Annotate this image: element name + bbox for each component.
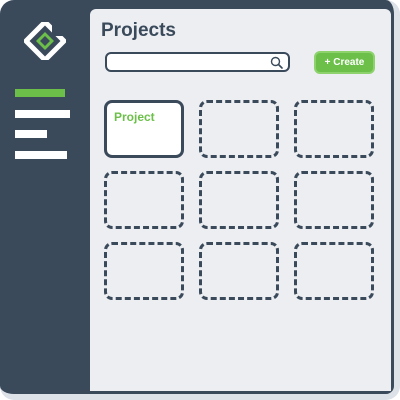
empty-project-slot[interactable]	[104, 242, 184, 300]
create-button[interactable]: + Create	[314, 51, 375, 74]
page-title: Projects	[101, 20, 176, 41]
project-grid: Project	[104, 100, 374, 300]
sidebar-item-1[interactable]	[15, 89, 65, 97]
empty-project-slot[interactable]	[199, 242, 279, 300]
sidebar-item-2[interactable]	[15, 110, 70, 118]
sidebar-item-4[interactable]	[15, 151, 67, 159]
app-logo-icon[interactable]	[24, 22, 66, 60]
main-content: Projects + Create Project	[90, 9, 391, 391]
empty-project-slot[interactable]	[294, 242, 374, 300]
search-icon[interactable]	[270, 56, 283, 69]
empty-project-slot[interactable]	[294, 171, 374, 229]
empty-project-slot[interactable]	[104, 171, 184, 229]
app-window: Projects + Create Project	[0, 0, 400, 400]
project-card-label: Project	[114, 110, 155, 124]
search-input[interactable]	[113, 55, 263, 69]
project-card[interactable]: Project	[104, 100, 184, 158]
sidebar	[0, 0, 90, 394]
empty-project-slot[interactable]	[199, 171, 279, 229]
empty-project-slot[interactable]	[294, 100, 374, 158]
empty-project-slot[interactable]	[199, 100, 279, 158]
search-box[interactable]	[105, 52, 290, 72]
sidebar-item-3[interactable]	[15, 130, 47, 138]
